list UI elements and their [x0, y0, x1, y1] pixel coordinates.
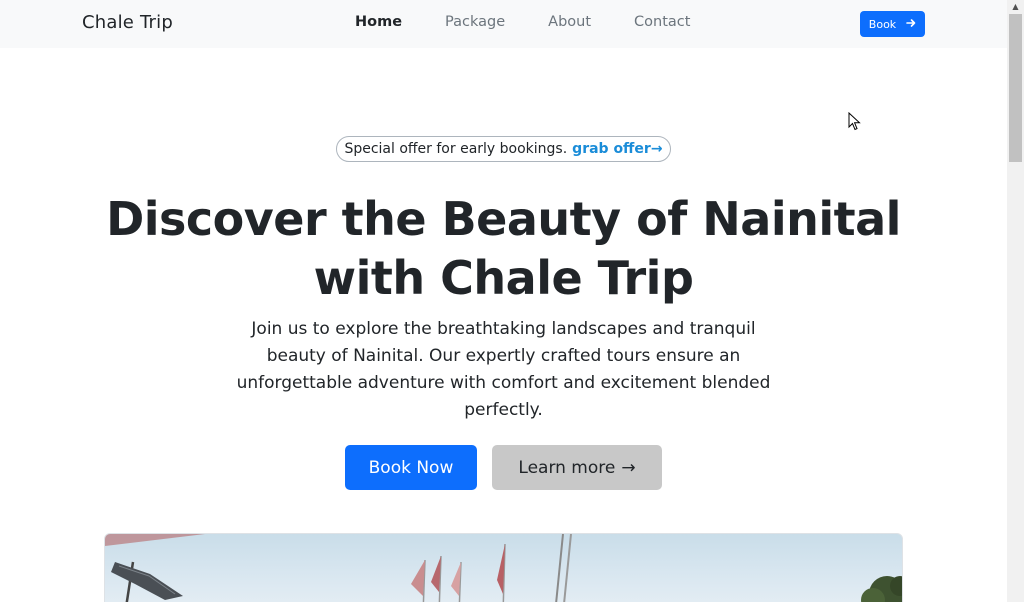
nav-book-label: Book	[868, 17, 897, 31]
scrollbar-thumb[interactable]	[1009, 14, 1022, 162]
hero-image	[104, 533, 903, 602]
nav-link-about[interactable]: About	[548, 14, 591, 30]
nav-book-button[interactable]: Book	[860, 11, 925, 37]
brand-logo[interactable]: Chale Trip	[82, 12, 173, 33]
book-now-label: Book Now	[368, 457, 454, 478]
offer-arrow-icon: →	[650, 141, 663, 157]
nav-link-home[interactable]: Home	[355, 14, 402, 30]
learn-more-button[interactable]: Learn more →	[492, 445, 662, 490]
hero-title-line-2: with Chale Trip	[313, 251, 694, 305]
offer-badge: Special offer for early bookings. grab o…	[336, 136, 671, 162]
arrow-right-icon: →	[621, 457, 636, 478]
book-now-button[interactable]: Book Now	[345, 445, 477, 490]
learn-more-label: Learn more	[518, 457, 616, 478]
hero-title-line-1: Discover the Beauty of Nainital	[106, 192, 901, 246]
vertical-scrollbar[interactable]: ▲	[1007, 0, 1024, 602]
scroll-up-icon[interactable]: ▲	[1007, 0, 1024, 14]
grab-offer-link[interactable]: grab offer→	[572, 141, 662, 157]
arrow-right-icon	[906, 18, 916, 31]
page: Chale Trip Home Package About Contact Bo…	[0, 0, 1007, 602]
mouse-cursor-icon	[848, 111, 862, 136]
nav-link-contact[interactable]: Contact	[634, 14, 690, 30]
nav-links: Home Package About Contact	[355, 14, 733, 30]
nav-link-package[interactable]: Package	[445, 14, 505, 30]
offer-text: Special offer for early bookings.	[344, 141, 568, 157]
grab-offer-label: grab offer	[572, 141, 651, 157]
hero-title: Discover the Beauty of Nainital with Cha…	[0, 190, 1007, 308]
hero-photo-illustration	[105, 534, 902, 602]
hero-description: Join us to explore the breathtaking land…	[236, 319, 771, 420]
navbar: Chale Trip Home Package About Contact Bo…	[0, 0, 1007, 48]
